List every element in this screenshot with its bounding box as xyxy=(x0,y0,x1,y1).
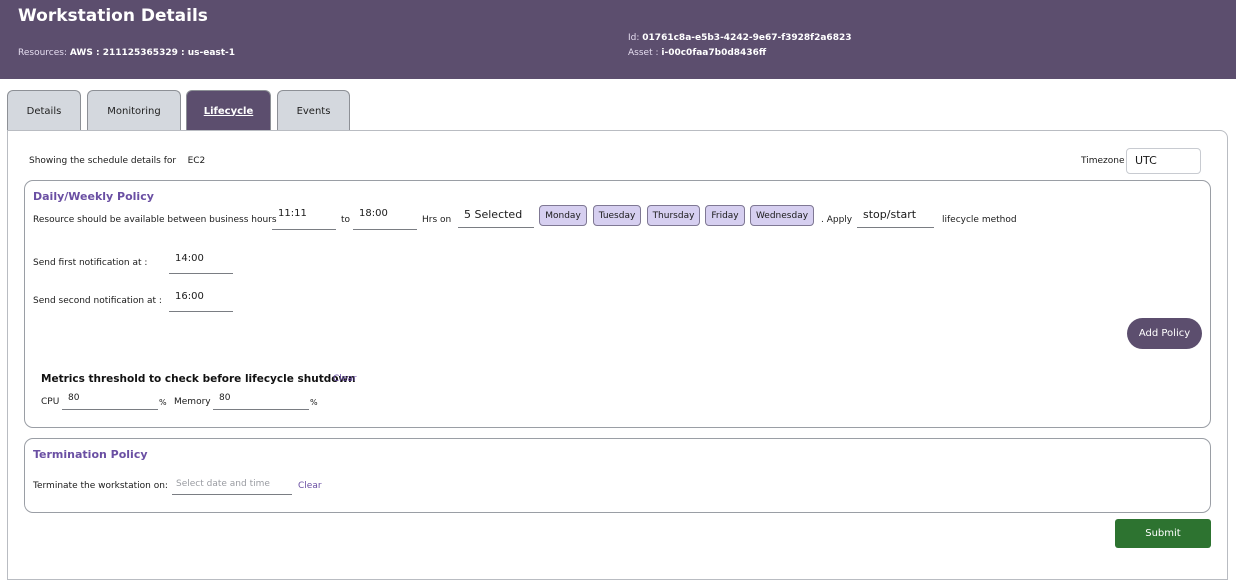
tab-lifecycle[interactable]: Lifecycle xyxy=(186,90,271,131)
asset-value: i-00c0faa7b0d8436ff xyxy=(661,48,767,58)
available-hours-label: Resource should be available between bus… xyxy=(33,215,277,225)
termination-clear-link[interactable]: Clear xyxy=(298,481,322,491)
metrics-clear-link[interactable]: Clear xyxy=(333,374,357,384)
second-notification-label: Send second notification at : xyxy=(33,296,162,306)
showing-label: Showing the schedule details for xyxy=(29,156,177,166)
cpu-percent: % xyxy=(159,398,167,407)
page-title: Workstation Details xyxy=(18,6,208,26)
termination-policy-title: Termination Policy xyxy=(33,448,148,461)
id-value: 01761c8a-e5b3-4242-9e67-f3928f2a6823 xyxy=(642,33,852,43)
page-header: Workstation Details Resources: AWS : 211… xyxy=(0,0,1236,79)
metrics-threshold-title: Metrics threshold to check before lifecy… xyxy=(41,373,356,385)
day-chip-friday[interactable]: Friday xyxy=(705,205,745,226)
apply-label: . Apply xyxy=(821,215,853,225)
memory-label: Memory xyxy=(174,397,211,407)
second-notification-input[interactable]: 16:00 xyxy=(169,291,233,312)
end-time-input[interactable]: 18:00 xyxy=(353,208,417,230)
cpu-label: CPU xyxy=(41,397,60,407)
cpu-threshold-input[interactable]: 80 xyxy=(62,393,158,410)
first-notification-input[interactable]: 14:00 xyxy=(169,253,233,274)
memory-threshold-input[interactable]: 80 xyxy=(213,393,309,410)
memory-percent: % xyxy=(310,398,318,407)
daily-weekly-policy-title: Daily/Weekly Policy xyxy=(33,190,154,203)
resources-value: AWS : 211125365329 : us-east-1 xyxy=(69,48,236,58)
day-chip-tuesday[interactable]: Tuesday xyxy=(593,205,641,226)
termination-date-input[interactable]: Select date and time xyxy=(172,479,292,495)
to-label: to xyxy=(341,215,351,225)
resource-type: EC2 xyxy=(187,156,206,166)
first-notification-label: Send first notification at : xyxy=(33,258,148,268)
asset-info: Asset : i-00c0faa7b0d8436ff xyxy=(628,48,766,58)
hrs-on-label: Hrs on xyxy=(422,215,452,225)
timezone-select[interactable]: UTC xyxy=(1126,148,1201,174)
lifecycle-method-label: lifecycle method xyxy=(942,215,1017,225)
terminate-label: Terminate the workstation on: xyxy=(33,481,168,491)
schedule-details-text: Showing the schedule details for EC2 xyxy=(29,156,205,166)
workstation-id: Id: 01761c8a-e5b3-4242-9e67-f3928f2a6823 xyxy=(628,33,851,43)
day-chip-monday[interactable]: Monday xyxy=(539,205,587,226)
asset-label: Asset : xyxy=(628,48,659,58)
tab-events[interactable]: Events xyxy=(277,90,350,131)
termination-policy-box xyxy=(24,438,1211,513)
resources-info: Resources: AWS : 211125365329 : us-east-… xyxy=(18,48,235,58)
days-select[interactable]: 5 Selected xyxy=(458,208,534,228)
submit-button[interactable]: Submit xyxy=(1115,519,1211,548)
day-chip-thursday[interactable]: Thursday xyxy=(647,205,700,226)
timezone-label: Timezone xyxy=(1081,156,1125,166)
tab-details[interactable]: Details xyxy=(7,90,81,131)
resources-label: Resources: xyxy=(18,48,67,58)
start-time-input[interactable]: 11:11 xyxy=(272,208,336,230)
tab-monitoring[interactable]: Monitoring xyxy=(87,90,181,131)
add-policy-button[interactable]: Add Policy xyxy=(1127,318,1202,349)
day-chip-wednesday[interactable]: Wednesday xyxy=(750,205,814,226)
id-label: Id: xyxy=(628,33,640,43)
lifecycle-method-select[interactable]: stop/start xyxy=(857,208,934,228)
